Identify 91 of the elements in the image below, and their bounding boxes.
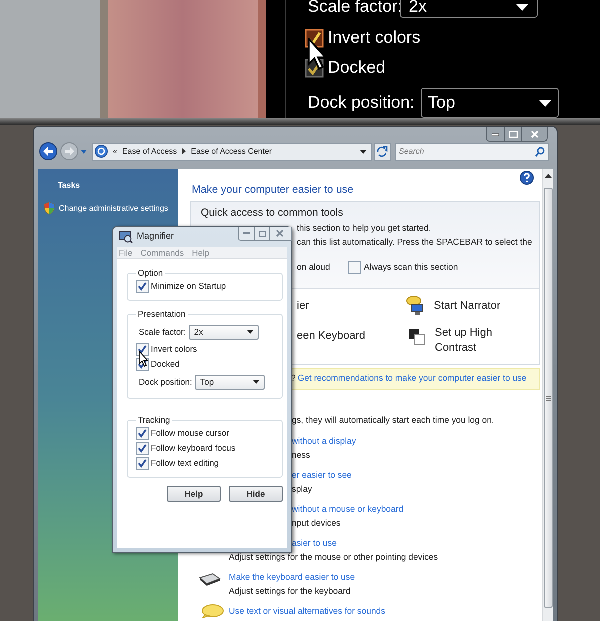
tool-link[interactable]: een Keyboard	[297, 326, 366, 356]
history-dropdown-icon[interactable]	[81, 150, 87, 154]
description-text: Adjust settings for the keyboard	[229, 586, 351, 596]
description-text: splay	[292, 484, 312, 494]
breadcrumb-overflow[interactable]: «	[113, 146, 118, 158]
grip-icon	[546, 396, 550, 400]
refresh-button[interactable]	[374, 142, 391, 160]
back-button[interactable]	[39, 142, 58, 161]
chevron-icon	[182, 148, 186, 155]
minimize-icon	[492, 132, 499, 136]
close-icon	[276, 230, 284, 237]
checkbox[interactable]	[136, 426, 149, 440]
pane-heading: Tasks	[58, 180, 82, 192]
contrast-icon	[409, 329, 425, 345]
maximize-button[interactable]	[254, 227, 269, 240]
checkbox[interactable]	[136, 456, 149, 470]
shield-icon	[44, 202, 55, 215]
task-link[interactable]: Change administrative settings	[59, 202, 168, 214]
description-text: Adjust settings for the mouse or other pointing devices	[229, 552, 438, 562]
checkbox[interactable]	[136, 280, 149, 292]
setting-link[interactable]: Make the keyboard easier to use	[229, 572, 356, 582]
description-text: ness	[292, 450, 310, 460]
speech-bubble-icon	[200, 604, 224, 618]
field-label: Scale factor:	[138, 326, 186, 338]
checkbox-label: Invert colors	[328, 28, 421, 48]
dropdown-arrow-icon	[247, 330, 254, 334]
field-label: Scale factor:	[307, 0, 400, 17]
minimize-icon	[243, 232, 250, 235]
description-text: gs, they will automatically start each time you log on.	[292, 414, 494, 427]
section-title: Quick access to common tools	[201, 206, 344, 221]
close-icon	[530, 130, 538, 138]
group-title: Option	[137, 267, 164, 279]
dropdown-arrow-icon	[360, 150, 367, 154]
search-icon	[535, 146, 545, 156]
setting-link[interactable]: without a display	[292, 436, 356, 446]
field-label: Dock position:	[138, 376, 192, 388]
setting-link[interactable]: without a mouse or keyboard	[292, 504, 404, 514]
description-text: this section to help you get started.	[297, 222, 432, 235]
checkbox-label: Always scan this section	[364, 261, 458, 274]
dropdown[interactable]: Top	[195, 374, 266, 390]
checkbox-label: Minimize on Startup	[151, 280, 226, 292]
checkbox[interactable]	[136, 442, 149, 454]
dropdown-arrow-icon	[539, 100, 552, 106]
breadcrumb-item[interactable]: Ease of Access Center	[191, 146, 272, 158]
scroll-thumb[interactable]	[544, 188, 552, 608]
group-title: Tracking	[137, 414, 172, 426]
option-label: on aloud	[297, 261, 332, 274]
page-heading: Make your computer easier to use	[192, 183, 354, 197]
field-label: Dock position:	[307, 92, 416, 114]
dropdown[interactable]: 2x	[189, 324, 260, 340]
tool-link[interactable]: ier	[297, 296, 310, 316]
scroll-up-icon	[544, 174, 552, 178]
dropdown-arrow-icon	[516, 4, 529, 10]
tool-link[interactable]: Start Narrator	[434, 298, 501, 314]
checkbox-label: Follow text editing	[151, 456, 220, 470]
description-text: can this list automatically. Press the SPACEBAR to select the	[297, 236, 532, 249]
group-title: Presentation	[137, 308, 187, 320]
checkbox[interactable]	[348, 261, 361, 274]
dropdown[interactable]: 2x	[400, 0, 538, 18]
checkbox-label: Follow mouse cursor	[151, 426, 230, 440]
checkbox-label: Follow keyboard focus	[151, 442, 236, 454]
recommendation-link[interactable]: Get recommendations to make your computer easier to use	[298, 372, 527, 386]
minimize-button[interactable]	[239, 227, 254, 240]
cursor-icon	[139, 351, 149, 367]
dialog-button[interactable]: Help	[167, 486, 221, 502]
setting-link[interactable]: asier to use	[292, 538, 337, 548]
setting-link[interactable]: er easier to see	[292, 470, 352, 480]
window-title: Magnifier	[137, 230, 176, 244]
keyboard-icon	[199, 573, 221, 587]
checkbox[interactable]	[136, 342, 149, 356]
address-bar[interactable]: « Ease of Access Ease of Access Center	[92, 142, 372, 160]
close-button[interactable]	[269, 227, 291, 240]
checkbox-label: Docked	[151, 358, 180, 370]
breadcrumb-item[interactable]: Ease of Access	[122, 146, 178, 158]
checkbox-label: Docked	[328, 58, 386, 78]
close-button[interactable]	[521, 127, 547, 141]
dropdown-arrow-icon	[253, 380, 260, 384]
scrollbar[interactable]	[542, 169, 553, 621]
search-field[interactable]: Search	[395, 142, 549, 160]
maximize-button[interactable]	[504, 127, 521, 141]
maximize-icon	[258, 230, 266, 236]
dialog-button[interactable]: Hide	[229, 486, 283, 502]
checkbox-label: Invert colors	[151, 342, 198, 356]
narrator-icon	[406, 296, 426, 316]
maximize-icon	[508, 130, 518, 138]
description-text: nput devices	[292, 518, 341, 528]
dropdown[interactable]: Top	[421, 88, 559, 118]
magnifier-app-icon	[119, 231, 133, 243]
setting-link[interactable]: Use text or visual alternatives for sounds	[229, 606, 386, 616]
tool-link[interactable]: Set up High Contrast	[435, 326, 499, 356]
minimize-button[interactable]	[487, 127, 504, 141]
